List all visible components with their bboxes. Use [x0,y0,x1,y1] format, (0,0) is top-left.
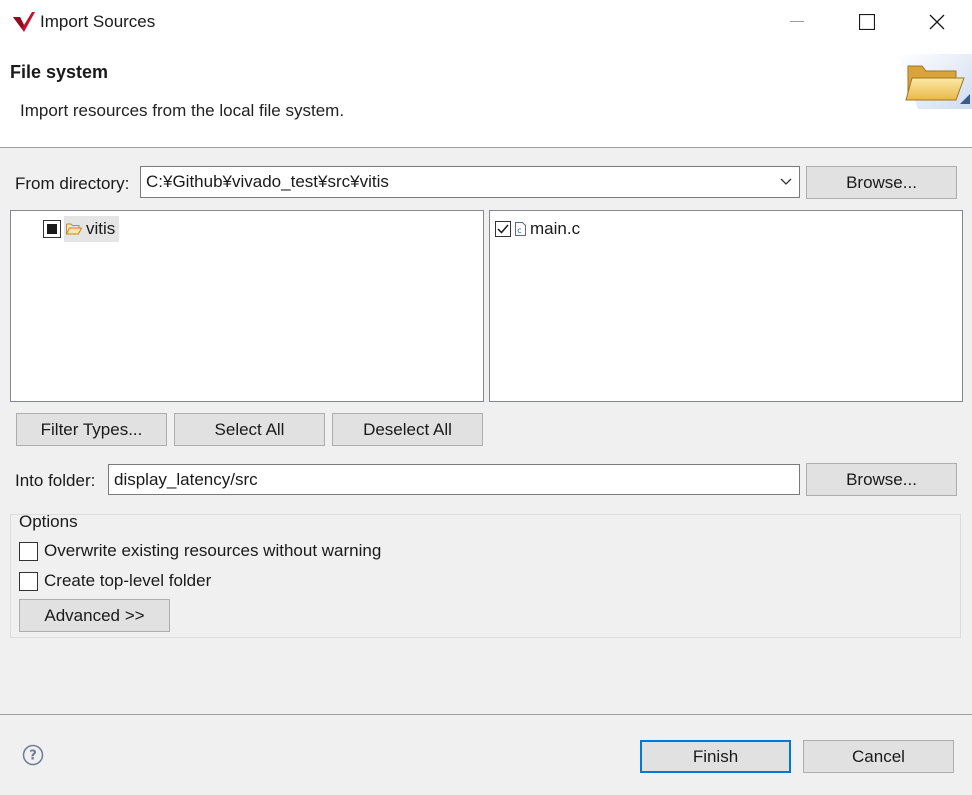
file-item-label: main.c [530,219,581,238]
checkmark-icon [497,224,509,234]
overwrite-option[interactable]: Overwrite existing resources without war… [19,541,381,561]
options-group: Options Overwrite existing resources wit… [10,512,961,638]
window-title: Import Sources [40,12,156,31]
maximize-button[interactable] [832,0,902,44]
tree-item-label: vitis [86,219,116,238]
from-directory-browse-button[interactable]: Browse... [806,166,957,199]
minimize-icon [790,21,804,22]
help-icon[interactable]: ? [22,744,44,766]
advanced-button[interactable]: Advanced >> [19,599,170,632]
top-level-folder-label: Create top-level folder [44,571,212,590]
folder-icon [898,54,972,109]
wizard-header: File system Import resources from the lo… [0,44,972,148]
overwrite-label: Overwrite existing resources without war… [44,541,382,560]
svg-text:?: ? [29,749,37,764]
tree-item-vitis[interactable]: vitis [43,216,120,242]
file-item-checkbox[interactable] [495,221,511,237]
svg-text:c: c [517,226,521,235]
top-level-folder-option[interactable]: Create top-level folder [19,571,211,591]
tree-item-checkbox[interactable] [43,220,61,238]
into-folder-label: Into folder: [15,471,96,490]
vivado-logo-icon [12,11,36,33]
into-folder-browse-button[interactable]: Browse... [806,463,957,496]
chevron-down-icon[interactable] [773,167,799,197]
folder-tree[interactable]: vitis [10,210,484,402]
select-all-button[interactable]: Select All [174,413,325,446]
deselect-all-button[interactable]: Deselect All [332,413,483,446]
close-icon [929,14,945,30]
filter-types-button[interactable]: Filter Types... [16,413,167,446]
title-bar: Import Sources [0,0,972,44]
page-title: File system [10,62,109,82]
from-directory-value: C:¥Github¥vivado_test¥src¥vitis [146,172,389,191]
from-directory-combo[interactable]: C:¥Github¥vivado_test¥src¥vitis [140,166,800,198]
maximize-icon [859,14,875,30]
close-button[interactable] [902,0,972,44]
cancel-button[interactable]: Cancel [803,740,954,773]
file-list[interactable]: c main.c [489,210,963,402]
footer-divider [0,714,972,715]
page-description: Import resources from the local file sys… [20,101,345,120]
c-file-icon: c [515,222,526,236]
tree-item-selection: vitis [64,216,120,242]
folder-open-icon [66,223,82,235]
minimize-button[interactable] [762,0,832,44]
from-directory-label: From directory: [15,174,130,193]
options-title: Options [19,512,78,531]
overwrite-checkbox[interactable] [19,541,38,561]
top-level-folder-checkbox[interactable] [19,571,38,591]
into-folder-input[interactable]: display_latency/src [108,464,800,495]
into-folder-value: display_latency/src [114,469,258,489]
file-item-main-c[interactable]: c main.c [495,219,580,239]
finish-button[interactable]: Finish [640,740,791,773]
